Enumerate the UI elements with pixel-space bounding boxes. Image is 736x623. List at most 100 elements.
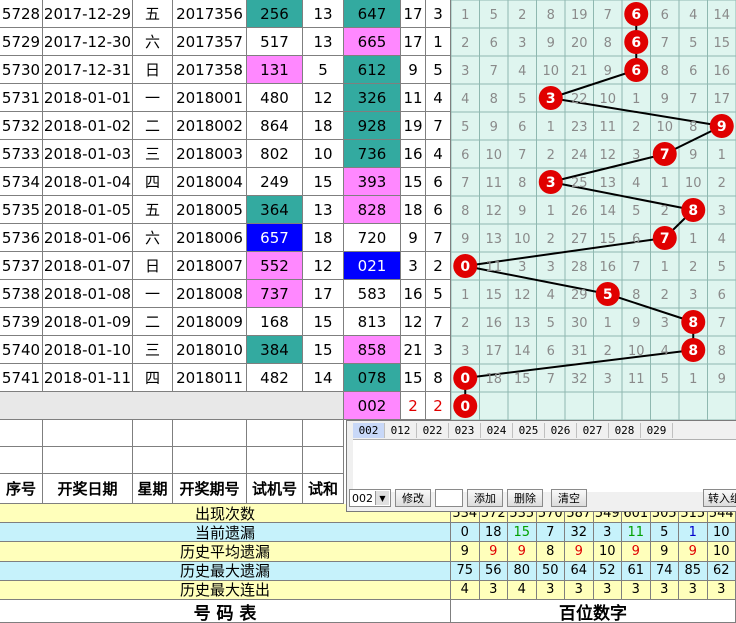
blank-cell: [303, 447, 344, 474]
grid-miss-value: 10: [599, 92, 616, 107]
cell-weekday: 五: [133, 196, 173, 224]
cell-issue: 2018004: [173, 168, 247, 196]
grid-miss-value: 16: [713, 64, 730, 79]
number-select[interactable]: 002 ▼: [349, 489, 391, 507]
grid-miss-value: 8: [718, 344, 726, 359]
grid-miss-value: 5: [718, 260, 726, 275]
grid-miss-value: 10: [485, 148, 502, 163]
ball-digit: 0: [460, 399, 470, 415]
grid-miss-value: 3: [632, 148, 640, 163]
stat-value: 0: [451, 523, 480, 543]
cell-seq: 5730: [0, 56, 43, 84]
cell-trial: 256: [247, 0, 303, 28]
number-input[interactable]: [435, 489, 463, 507]
grid-miss-value: 8: [461, 204, 469, 219]
cell-issue: 2018009: [173, 308, 247, 336]
ball-digit: 6: [631, 35, 641, 51]
tab-023[interactable]: 023: [449, 423, 481, 438]
ball-digit: 8: [688, 343, 698, 359]
cell-span1: 11: [401, 84, 426, 112]
cell-span1: 9: [401, 224, 426, 252]
stat-value: 8: [536, 542, 565, 562]
tab-029[interactable]: 029: [641, 423, 673, 438]
grid-miss-value: 2: [661, 288, 669, 303]
tab-024[interactable]: 024: [481, 423, 513, 438]
cell-span2: 3: [426, 0, 451, 28]
tab-027[interactable]: 027: [577, 423, 609, 438]
cell-num: 326: [344, 84, 401, 112]
cell-date: 2018-01-03: [43, 140, 133, 168]
cell-trial: 517: [247, 28, 303, 56]
grid-miss-value: 1: [689, 372, 697, 387]
grid-miss-value: 11: [628, 372, 645, 387]
stat-value: 5: [650, 523, 679, 543]
grid-miss-value: 12: [485, 204, 502, 219]
cell-span1: 9: [401, 56, 426, 84]
grid-miss-value: 3: [461, 344, 469, 359]
grid-miss-value: 6: [661, 8, 669, 23]
grid-miss-value: 9: [661, 92, 669, 107]
grid-miss-value: 10: [628, 344, 645, 359]
cell-trial: 249: [247, 168, 303, 196]
grid-miss-value: 13: [599, 176, 616, 191]
ball-digit: 3: [546, 175, 556, 191]
grid-miss-value: 6: [490, 36, 498, 51]
grid-miss-value: 5: [547, 316, 555, 331]
stat-value: 9: [508, 542, 537, 562]
number-tabs: 002 012 022 023 024 025 026 027 028 029: [353, 423, 673, 439]
clear-button[interactable]: 清空: [551, 489, 587, 507]
tab-002[interactable]: 002: [353, 423, 385, 438]
grid-miss-value: 12: [514, 288, 531, 303]
cell-date: 2017-12-31: [43, 56, 133, 84]
grid-miss-value: 1: [661, 260, 669, 275]
cell-num: 928: [344, 112, 401, 140]
stat-value: 9: [679, 542, 708, 562]
grid-miss-value: 7: [490, 64, 498, 79]
delete-button[interactable]: 删除: [507, 489, 543, 507]
add-button[interactable]: 添加: [467, 489, 503, 507]
ball-digit: 9: [717, 119, 727, 135]
stat-value: 9: [565, 542, 594, 562]
cell-sum: 13: [303, 28, 344, 56]
cell-trial: 657: [247, 224, 303, 252]
tab-025[interactable]: 025: [513, 423, 545, 438]
pending-number: 002: [344, 392, 401, 420]
cell-weekday: 日: [133, 252, 173, 280]
grid-miss-value: 20: [571, 36, 588, 51]
import-group-button[interactable]: 转入组: [703, 489, 736, 507]
blank-cell: [133, 420, 173, 447]
grid-miss-value: 9: [718, 372, 726, 387]
cell-date: 2018-01-05: [43, 196, 133, 224]
grid-miss-value: 7: [632, 260, 640, 275]
modify-button[interactable]: 修改: [395, 489, 431, 507]
cell-weekday: 四: [133, 364, 173, 392]
cell-span2: 5: [426, 280, 451, 308]
grid-miss-value: 7: [547, 372, 555, 387]
cell-trial: 131: [247, 56, 303, 84]
grid-miss-value: 9: [547, 36, 555, 51]
tab-022[interactable]: 022: [417, 423, 449, 438]
footer-left-title: 号 码 表: [0, 600, 451, 623]
grid-miss-value: 11: [599, 120, 616, 135]
header-trial_sum: 试和: [303, 474, 344, 504]
grid-miss-value: 9: [461, 232, 469, 247]
cell-seq: 5738: [0, 280, 43, 308]
tab-026[interactable]: 026: [545, 423, 577, 438]
grid-miss-value: 15: [713, 36, 730, 51]
cell-issue: 2017357: [173, 28, 247, 56]
grid-miss-value: 7: [604, 8, 612, 23]
grid-miss-value: 12: [599, 148, 616, 163]
grid-miss-value: 7: [718, 316, 726, 331]
stat-label: 历史平均遗漏: [0, 542, 451, 562]
grid-miss-value: 21: [571, 64, 588, 79]
cell-trial: 864: [247, 112, 303, 140]
cell-sum: 13: [303, 0, 344, 28]
blank-cell: [173, 447, 247, 474]
cell-date: 2017-12-29: [43, 0, 133, 28]
tab-028[interactable]: 028: [609, 423, 641, 438]
tab-012[interactable]: 012: [385, 423, 417, 438]
cell-span1: 18: [401, 196, 426, 224]
grid-miss-value: 3: [518, 36, 526, 51]
ball-digit: 6: [631, 7, 641, 23]
grid-miss-value: 1: [661, 176, 669, 191]
